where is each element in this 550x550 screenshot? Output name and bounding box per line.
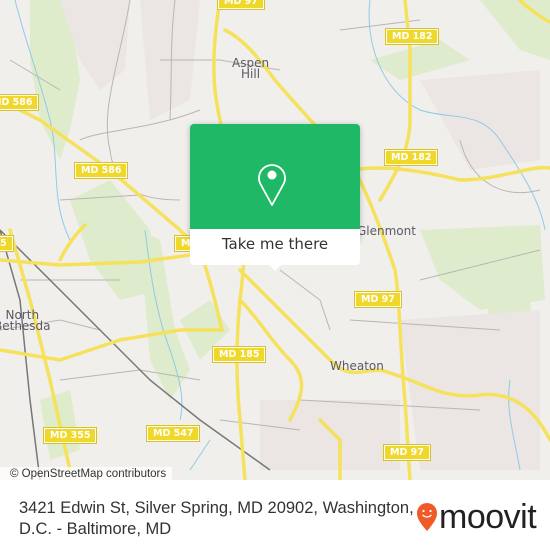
park-area [370, 40, 470, 80]
route-shield: MD 97 [354, 291, 402, 308]
route-shield: MD 355 [42, 427, 98, 444]
route-shield: MD 185 [211, 346, 267, 363]
route-shield: MD 547 [145, 425, 201, 442]
residential-area [260, 400, 400, 470]
route-shield: MD 182 [384, 28, 440, 45]
route-shield: MD 182 [383, 149, 439, 166]
place-label-glenmont: Glenmont [357, 224, 416, 238]
place-label-aspen-hill: Aspen Hill [232, 56, 270, 81]
route-shield: MD 586 [73, 162, 129, 179]
road-randolph-east [353, 165, 550, 182]
popup-header [190, 124, 360, 229]
route-shield: MD 97 [217, 0, 265, 10]
popup-pointer [267, 263, 283, 271]
residential-area [420, 70, 540, 170]
location-popup: Take me there [190, 124, 360, 271]
park-area [420, 225, 545, 310]
moovit-pin-icon [417, 503, 437, 531]
footer-bar: 3421 Edwin St, Silver Spring, MD 20902, … [0, 490, 550, 550]
take-me-there-button[interactable]: Take me there [190, 229, 360, 265]
map-pin-icon [258, 164, 286, 206]
route-shield: 5 [0, 235, 14, 252]
place-label-north-bethesda: North Bethesda [0, 308, 51, 333]
park-area [480, 0, 550, 60]
route-shield: MD 97 [383, 444, 431, 461]
moovit-logo[interactable]: moovit [415, 498, 545, 536]
map-attribution[interactable]: © OpenStreetMap contributors [0, 467, 173, 480]
place-label-wheaton: Wheaton [330, 359, 384, 373]
road-md547 [0, 328, 222, 362]
route-shield: MD 586 [0, 94, 40, 111]
moovit-wordmark: moovit [439, 498, 537, 536]
address-text: 3421 Edwin St, Silver Spring, MD 20902, … [19, 499, 414, 538]
map-view[interactable]: MD 97 MD 182 MD 586 MD 586 MD 182 MD 5 M… [0, 0, 550, 480]
